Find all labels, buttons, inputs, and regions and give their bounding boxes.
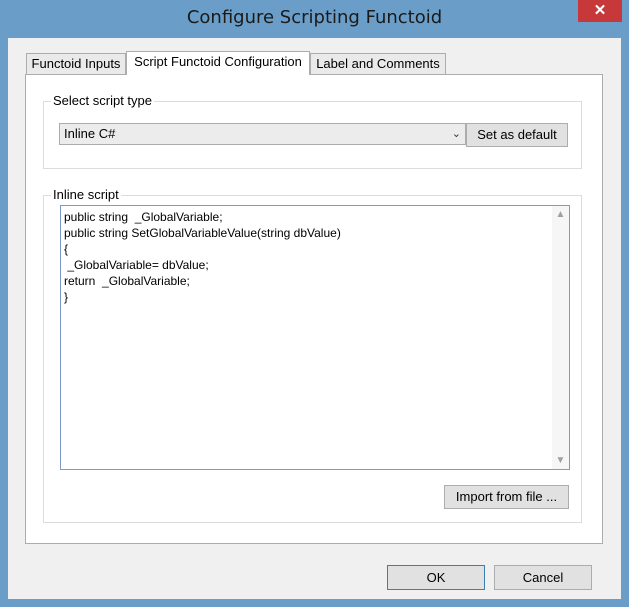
close-button[interactable]: ✕ xyxy=(578,0,622,22)
tab-label-and-comments[interactable]: Label and Comments xyxy=(310,53,446,75)
chevron-down-icon: ⌄ xyxy=(451,128,461,140)
tab-label: Script Functoid Configuration xyxy=(134,54,302,69)
close-icon: ✕ xyxy=(593,2,607,19)
cancel-button[interactable]: Cancel xyxy=(494,565,592,590)
script-type-select[interactable]: Inline C# ⌄ xyxy=(59,123,466,145)
dialog-window: Configure Scripting Functoid ✕ Functoid … xyxy=(0,0,629,607)
set-as-default-button[interactable]: Set as default xyxy=(466,123,568,147)
dialog-client-area: Functoid Inputs Script Functoid Configur… xyxy=(8,38,621,599)
scroll-down-icon[interactable]: ▼ xyxy=(552,452,569,469)
import-from-file-button[interactable]: Import from file ... xyxy=(444,485,569,509)
window-title: Configure Scripting Functoid xyxy=(186,7,443,28)
script-type-value: Inline C# xyxy=(64,126,116,141)
inline-script-editor[interactable]: public string _GlobalVariable; public st… xyxy=(60,205,570,470)
inline-script-group-legend: Inline script xyxy=(51,187,121,202)
script-code: public string _GlobalVariable; public st… xyxy=(64,210,341,304)
tab-functoid-inputs[interactable]: Functoid Inputs xyxy=(26,53,126,75)
tab-script-functoid-configuration[interactable]: Script Functoid Configuration xyxy=(126,51,310,75)
vertical-scrollbar[interactable]: ▲ ▼ xyxy=(552,206,569,469)
tab-label: Label and Comments xyxy=(316,56,440,71)
script-type-group-legend: Select script type xyxy=(51,93,154,108)
scroll-up-icon[interactable]: ▲ xyxy=(552,206,569,223)
tab-label: Functoid Inputs xyxy=(31,56,121,71)
tab-panel: Select script type Inline C# ⌄ Set as de… xyxy=(25,74,603,544)
title-bar[interactable]: Configure Scripting Functoid ✕ xyxy=(0,0,629,38)
ok-button[interactable]: OK xyxy=(387,565,485,590)
